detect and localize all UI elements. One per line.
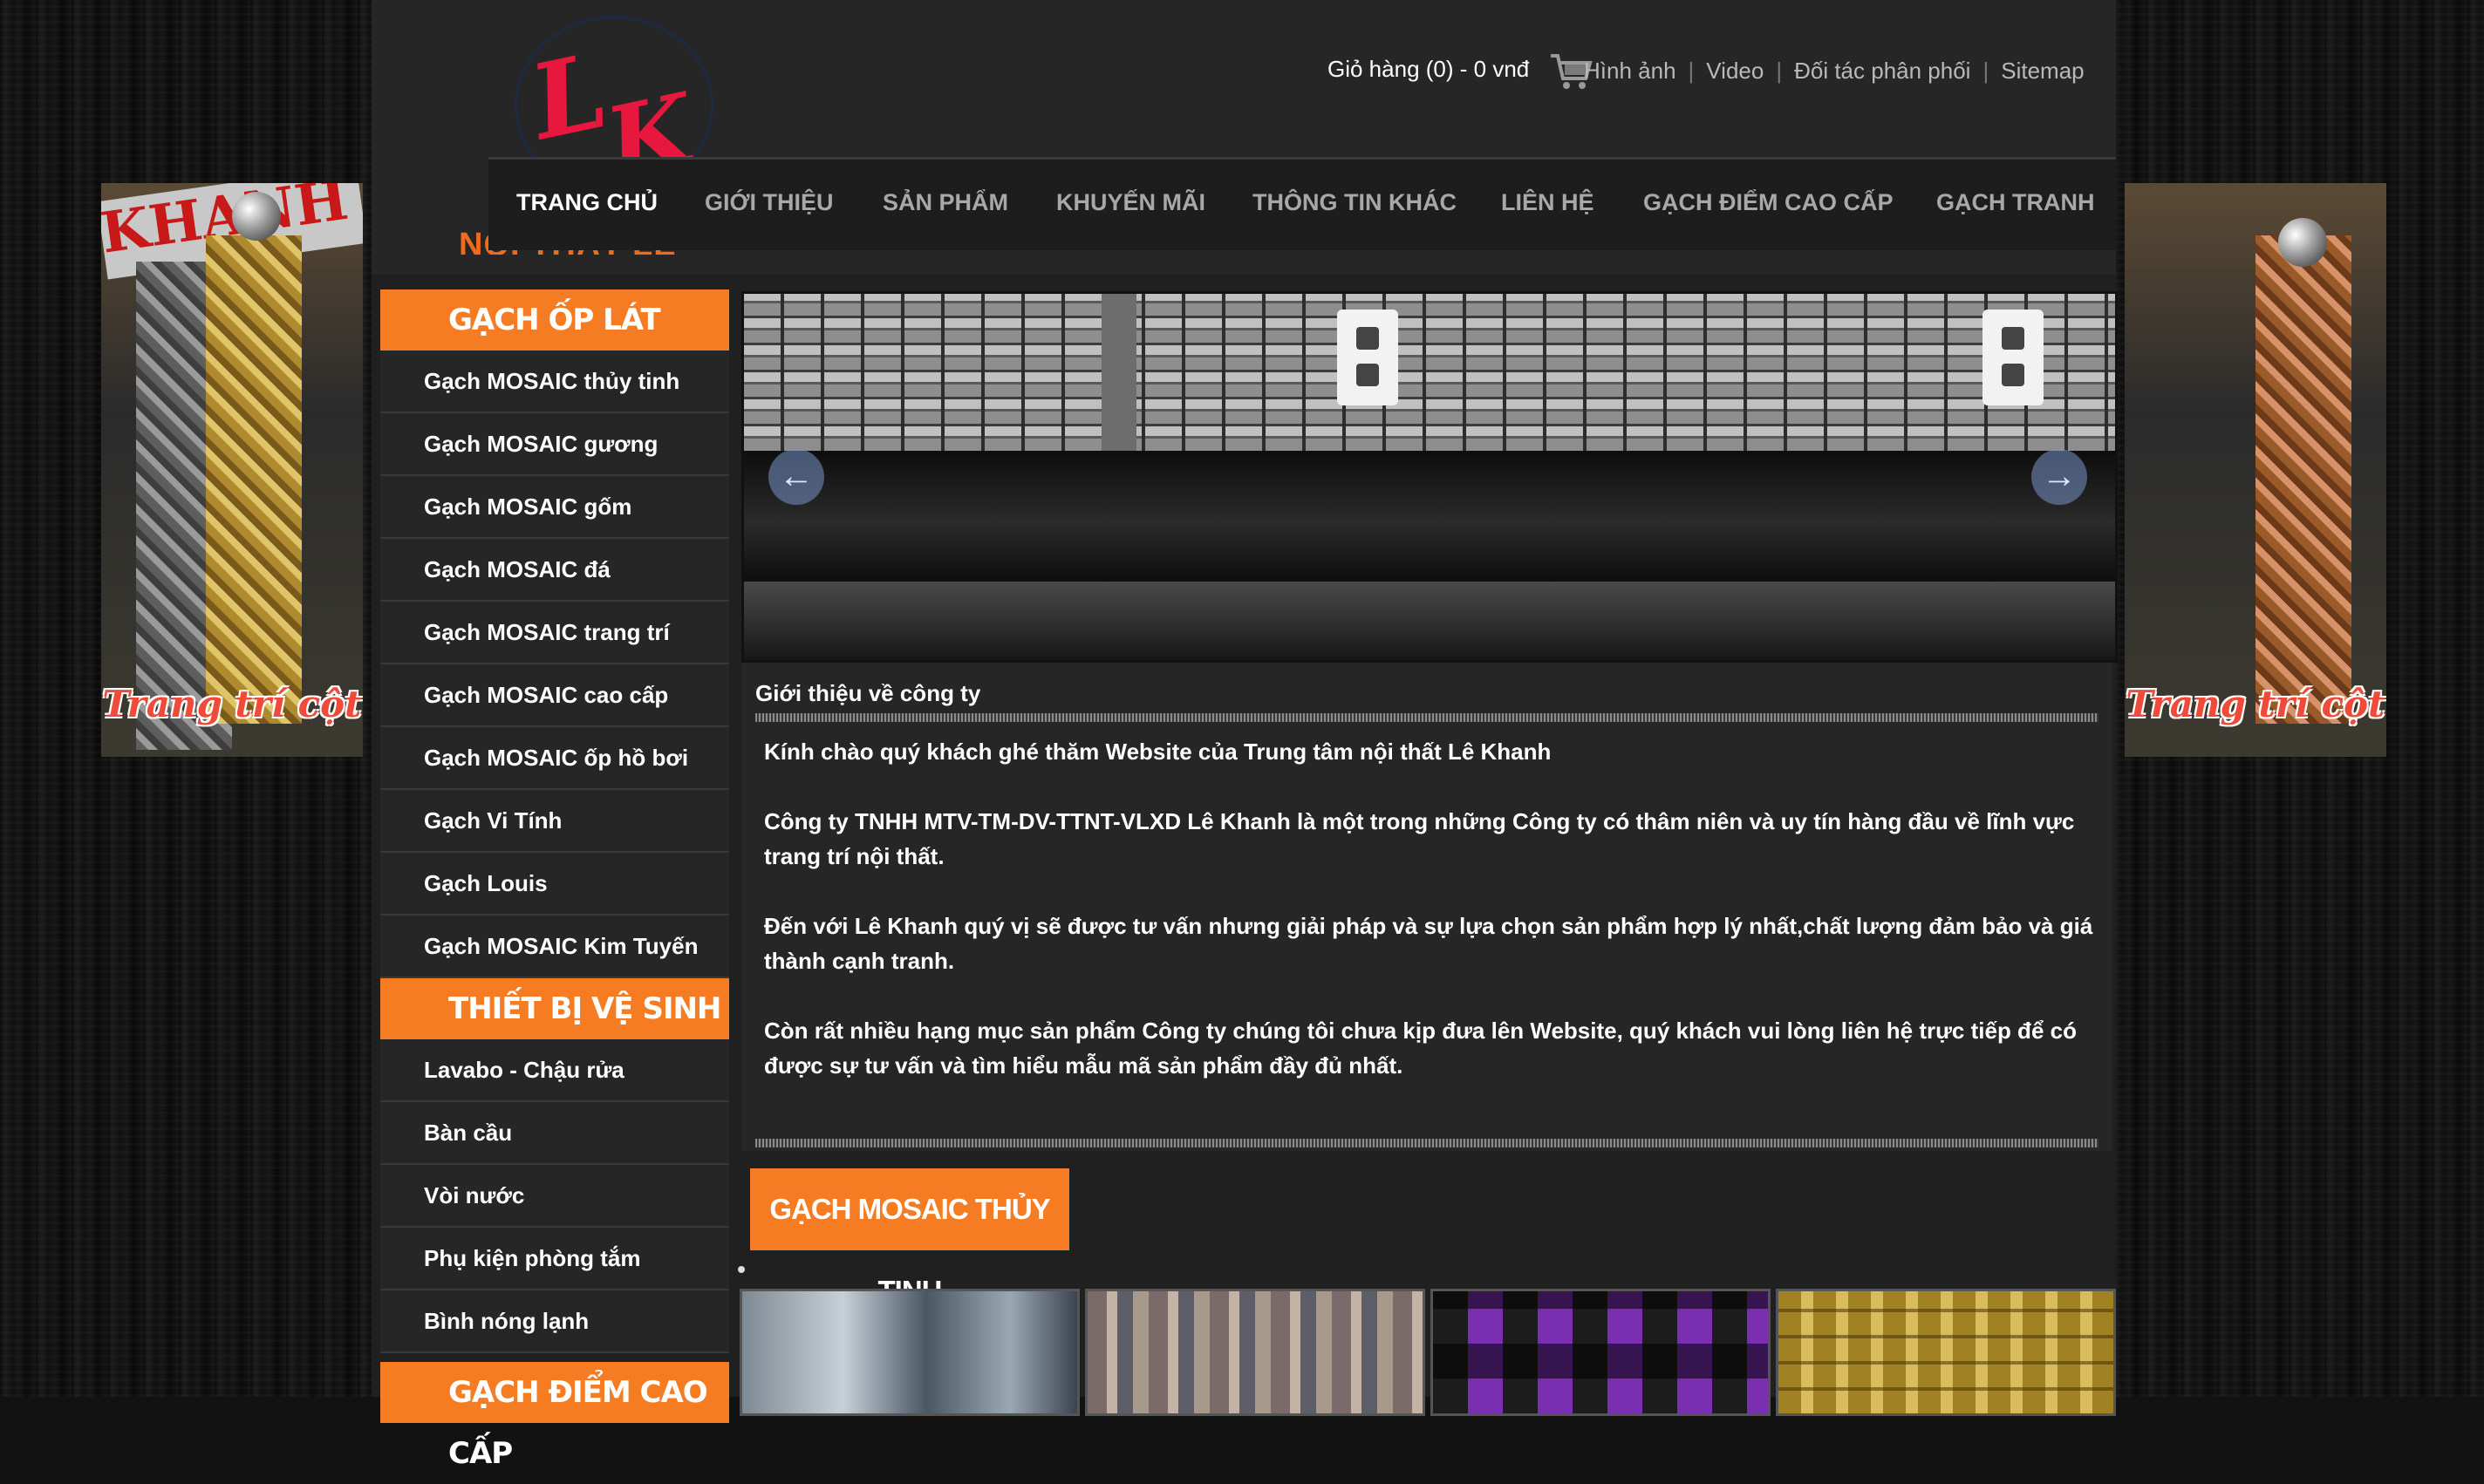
cart-summary[interactable]: Giỏ hàng (0) - 0 vnđ xyxy=(1327,56,1529,83)
sidebar-item[interactable]: Gạch MOSAIC Kim Tuyến xyxy=(380,916,729,978)
top-link-images[interactable]: Hình ảnh xyxy=(1584,58,1676,84)
nav-item-products[interactable]: SẢN PHẨM xyxy=(883,189,1008,216)
sidebar-item[interactable]: Bình nóng lạnh xyxy=(380,1290,729,1353)
arrow-right-icon[interactable]: → xyxy=(2031,449,2087,505)
product-thumbnail[interactable] xyxy=(740,1289,1080,1416)
sidebar-heading-sanitary[interactable]: THIẾT BỊ VỆ SINH xyxy=(380,978,729,1039)
intro-paragraph: Kính chào quý khách ghé thăm Website của… xyxy=(764,739,1552,765)
nav-item-other-info[interactable]: THÔNG TIN KHÁC xyxy=(1252,189,1457,216)
mosaic-column-copper xyxy=(2255,235,2351,724)
sidebar-item[interactable]: Phụ kiện phòng tắm xyxy=(380,1228,729,1290)
company-intro: Giới thiệu về công ty Kính chào quý khác… xyxy=(741,663,2112,1151)
top-link-sitemap[interactable]: Sitemap xyxy=(2001,58,2084,84)
sidebar-item[interactable]: Bàn cầu xyxy=(380,1102,729,1165)
sidebar-item[interactable]: Gạch MOSAIC gương xyxy=(380,413,729,476)
steel-ball xyxy=(232,192,281,241)
slide-outlet xyxy=(1982,310,2044,405)
sidebar-item[interactable]: Gạch MOSAIC gốm xyxy=(380,476,729,539)
nav-item-promotions[interactable]: KHUYẾN MÃI xyxy=(1056,189,1205,216)
sidebar-item[interactable]: Gạch MOSAIC thủy tinh xyxy=(380,351,729,413)
mosaic-column-gold xyxy=(206,235,302,724)
sidebar-item[interactable]: Gạch MOSAIC cao cấp xyxy=(380,664,729,727)
arrow-left-icon[interactable]: ← xyxy=(768,449,824,505)
nav-item-about[interactable]: GIỚI THIỆU xyxy=(705,189,834,216)
slide-counter xyxy=(744,451,2115,582)
slide-outlet xyxy=(1337,310,1398,405)
slide-sink xyxy=(744,582,2115,660)
sidebar-heading-tiles[interactable]: GẠCH ỐP LÁT xyxy=(380,289,729,351)
hatch-divider xyxy=(755,1139,2098,1147)
steel-ball xyxy=(2278,218,2327,267)
top-link-partners[interactable]: Đối tác phân phối xyxy=(1794,58,1970,84)
product-thumbnail[interactable] xyxy=(1776,1289,2116,1416)
intro-body: Kính chào quý khách ghé thăm Website của… xyxy=(764,734,2098,1118)
sidebar-item[interactable]: Gạch MOSAIC ốp hồ bơi xyxy=(380,727,729,790)
section-heading-glass-mosaic[interactable]: GẠCH MOSAIC THỦY TINH xyxy=(750,1168,1069,1307)
sidebar: GẠCH ỐP LÁT Gạch MOSAIC thủy tinh Gạch M… xyxy=(380,289,729,1471)
hatch-divider xyxy=(755,713,2098,722)
nav-item-picture-tiles[interactable]: GẠCH TRANH xyxy=(1936,189,2095,216)
sidebar-item[interactable]: Lavabo - Chậu rửa xyxy=(380,1039,729,1102)
banner-caption: Trang trí cột xyxy=(102,683,362,725)
separator: | xyxy=(1982,58,1989,84)
nav-item-contact[interactable]: LIÊN HỆ xyxy=(1501,189,1594,216)
sidebar-heading-premium[interactable]: GẠCH ĐIỂM CAO CẤP xyxy=(380,1362,729,1471)
sidebar-item[interactable]: Gạch Louis xyxy=(380,853,729,916)
list-bullet xyxy=(738,1266,745,1273)
product-thumbnail[interactable] xyxy=(1085,1289,1425,1416)
nav-item-home[interactable]: TRANG CHỦ xyxy=(516,189,658,216)
right-banner[interactable]: Trang trí cột xyxy=(2125,183,2386,757)
sidebar-item[interactable]: Vòi nước xyxy=(380,1165,729,1228)
separator: | xyxy=(1688,58,1695,84)
separator: | xyxy=(1776,58,1783,84)
intro-paragraph: Đến với Lê Khanh quý vị sẽ được tư vấn n… xyxy=(764,913,2093,974)
nav-item-premium-tiles[interactable]: GẠCH ĐIỂM CAO CẤP xyxy=(1643,189,1894,216)
intro-title: Giới thiệu về công ty xyxy=(755,680,981,706)
main-nav: TRANG CHỦ GIỚI THIỆU SẢN PHẨM KHUYẾN MÃI… xyxy=(488,157,2116,250)
image-slider[interactable]: ← → xyxy=(741,291,2118,663)
banner-caption: Trang trí cột xyxy=(2126,683,2385,725)
sidebar-item[interactable]: Gạch Vi Tính xyxy=(380,790,729,853)
left-banner[interactable]: KHANH Trang trí cột xyxy=(101,183,363,757)
intro-paragraph: Còn rất nhiều hạng mục sản phẩm Công ty … xyxy=(764,1018,2077,1079)
top-link-video[interactable]: Video xyxy=(1706,58,1764,84)
top-links: Hình ảnh | Video | Đối tác phân phối | Sitemap xyxy=(1584,58,2085,85)
product-thumbnail[interactable] xyxy=(1430,1289,1771,1416)
sidebar-item[interactable]: Gạch MOSAIC trang trí xyxy=(380,602,729,664)
intro-paragraph: Công ty TNHH MTV-TM-DV-TTNT-VLXD Lê Khan… xyxy=(764,808,2075,869)
sidebar-item[interactable]: Gạch MOSAIC đá xyxy=(380,539,729,602)
